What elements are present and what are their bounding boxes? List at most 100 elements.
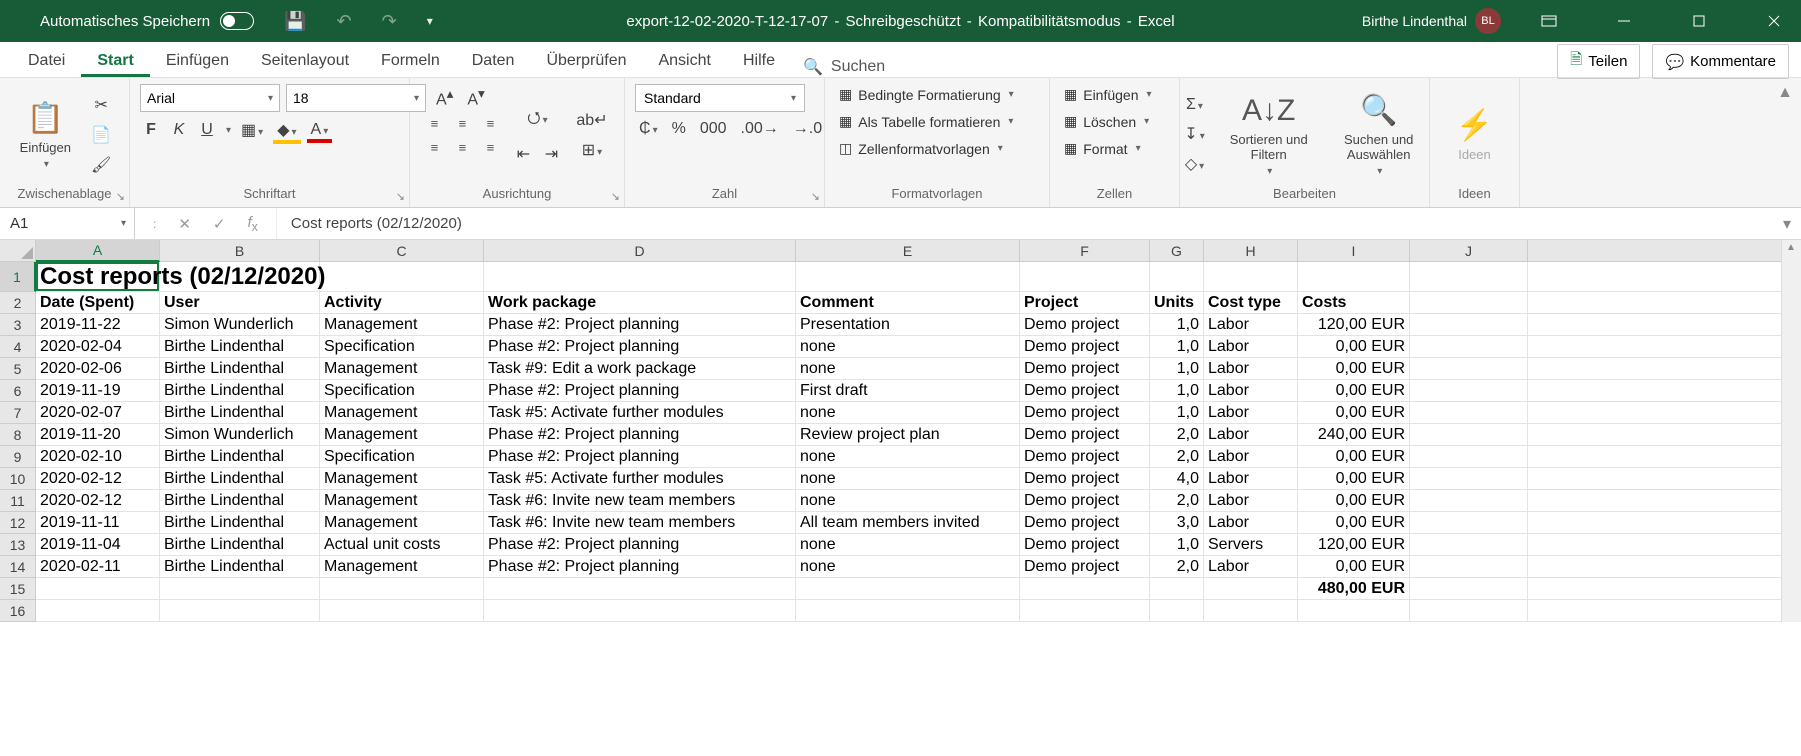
cell[interactable]: 0,00 EUR bbox=[1298, 380, 1410, 402]
cell[interactable] bbox=[484, 262, 796, 292]
tab-insert[interactable]: Einfügen bbox=[150, 46, 245, 77]
delete-cells-button[interactable]: ▦Löschen▾ bbox=[1060, 111, 1153, 132]
tab-formulas[interactable]: Formeln bbox=[365, 46, 456, 77]
cell[interactable] bbox=[1020, 578, 1150, 600]
cut-icon[interactable]: ✂ bbox=[87, 93, 115, 117]
number-format-select[interactable]: Standard▾ bbox=[635, 84, 805, 112]
cell[interactable]: 1,0 bbox=[1150, 336, 1204, 358]
cell[interactable]: 2,0 bbox=[1150, 446, 1204, 468]
align-right-icon[interactable]: ≡ bbox=[478, 137, 502, 157]
align-left-icon[interactable]: ≡ bbox=[422, 137, 446, 157]
cell[interactable]: 2,0 bbox=[1150, 490, 1204, 512]
sort-filter-button[interactable]: A↓ZSortieren und Filtern▾ bbox=[1219, 90, 1319, 181]
cell[interactable]: Labor bbox=[1204, 358, 1298, 380]
cell[interactable]: Task #6: Invite new team members bbox=[484, 490, 796, 512]
cell[interactable] bbox=[320, 600, 484, 622]
cell[interactable]: 1,0 bbox=[1150, 402, 1204, 424]
ribbon-display-button[interactable] bbox=[1521, 0, 1576, 42]
row-header[interactable]: 3 bbox=[0, 314, 36, 336]
dialog-launcher-icon[interactable]: ↘ bbox=[396, 190, 405, 203]
row-header[interactable]: 2 bbox=[0, 292, 36, 314]
cell[interactable]: 2020-02-12 bbox=[36, 468, 160, 490]
maximize-button[interactable] bbox=[1671, 0, 1726, 42]
cell[interactable]: Presentation bbox=[796, 314, 1020, 336]
copy-icon[interactable]: 📄 bbox=[87, 123, 115, 147]
cell[interactable]: Date (Spent) bbox=[36, 292, 160, 314]
cell[interactable]: 240,00 EUR bbox=[1298, 424, 1410, 446]
fx-icon[interactable]: fx bbox=[248, 214, 258, 234]
cell[interactable]: Task #5: Activate further modules bbox=[484, 468, 796, 490]
cell[interactable]: 1,0 bbox=[1150, 358, 1204, 380]
fill-icon[interactable]: ↧▾ bbox=[1180, 122, 1208, 146]
cell[interactable] bbox=[1410, 468, 1528, 490]
column-header[interactable]: D bbox=[484, 240, 796, 262]
tab-view[interactable]: Ansicht bbox=[642, 46, 726, 77]
cell[interactable]: Phase #2: Project planning bbox=[484, 556, 796, 578]
cell[interactable]: none bbox=[796, 446, 1020, 468]
cell[interactable]: Labor bbox=[1204, 380, 1298, 402]
cell[interactable]: Phase #2: Project planning bbox=[484, 336, 796, 358]
cell[interactable]: Management bbox=[320, 556, 484, 578]
cell[interactable]: 2019-11-11 bbox=[36, 512, 160, 534]
column-header[interactable]: F bbox=[1020, 240, 1150, 262]
row-header[interactable]: 7 bbox=[0, 402, 36, 424]
cell[interactable]: 2019-11-19 bbox=[36, 380, 160, 402]
cell[interactable]: Demo project bbox=[1020, 534, 1150, 556]
cell[interactable]: 4,0 bbox=[1150, 468, 1204, 490]
cell[interactable]: First draft bbox=[796, 380, 1020, 402]
cell[interactable]: Task #6: Invite new team members bbox=[484, 512, 796, 534]
expand-formula-icon[interactable]: ▾ bbox=[1773, 214, 1801, 234]
cell[interactable] bbox=[1410, 512, 1528, 534]
row-header[interactable]: 11 bbox=[0, 490, 36, 512]
cell[interactable]: 2020-02-04 bbox=[36, 336, 160, 358]
cell[interactable]: Management bbox=[320, 468, 484, 490]
column-header[interactable]: B bbox=[160, 240, 320, 262]
row-header[interactable]: 5 bbox=[0, 358, 36, 380]
cell[interactable]: Demo project bbox=[1020, 446, 1150, 468]
cell[interactable]: Costs bbox=[1298, 292, 1410, 314]
cell[interactable]: Project bbox=[1020, 292, 1150, 314]
cell[interactable]: Labor bbox=[1204, 512, 1298, 534]
conditional-formatting-button[interactable]: ▦Bedingte Formatierung▾ bbox=[835, 84, 1018, 105]
cell[interactable]: Labor bbox=[1204, 490, 1298, 512]
cell[interactable]: 120,00 EUR bbox=[1298, 534, 1410, 556]
cell[interactable]: Labor bbox=[1204, 468, 1298, 490]
cell[interactable] bbox=[1410, 402, 1528, 424]
cancel-x-icon[interactable]: ✕ bbox=[178, 215, 191, 233]
row-header[interactable]: 14 bbox=[0, 556, 36, 578]
cell[interactable]: none bbox=[796, 402, 1020, 424]
increase-decimal-icon[interactable]: .00→ bbox=[737, 118, 783, 140]
cell[interactable] bbox=[1020, 600, 1150, 622]
thousands-icon[interactable]: 000 bbox=[696, 118, 731, 140]
toggle-switch-icon[interactable] bbox=[220, 12, 254, 30]
cell[interactable]: Units bbox=[1150, 292, 1204, 314]
cell[interactable] bbox=[160, 578, 320, 600]
tell-me-search[interactable]: 🔍 Suchen bbox=[791, 57, 885, 77]
cell[interactable] bbox=[1298, 600, 1410, 622]
cell[interactable]: Birthe Lindenthal bbox=[160, 402, 320, 424]
cell[interactable]: 1,0 bbox=[1150, 314, 1204, 336]
cell[interactable]: Specification bbox=[320, 336, 484, 358]
cell[interactable]: none bbox=[796, 358, 1020, 380]
row-header[interactable]: 15 bbox=[0, 578, 36, 600]
cell[interactable] bbox=[796, 262, 1020, 292]
format-cells-button[interactable]: ▦Format▾ bbox=[1060, 138, 1145, 159]
enter-check-icon[interactable]: ✓ bbox=[213, 215, 226, 233]
cell[interactable]: Actual unit costs bbox=[320, 534, 484, 556]
tab-start[interactable]: Start bbox=[81, 46, 149, 77]
column-header[interactable]: H bbox=[1204, 240, 1298, 262]
cell[interactable]: Management bbox=[320, 402, 484, 424]
fill-color-button[interactable]: ◆▾ bbox=[273, 118, 300, 142]
cell[interactable]: Demo project bbox=[1020, 490, 1150, 512]
currency-icon[interactable]: ₵▾ bbox=[635, 118, 662, 140]
close-button[interactable] bbox=[1746, 0, 1801, 42]
spreadsheet-grid[interactable]: ABCDEFGHIJ 1Cost reports (02/12/2020)2Da… bbox=[0, 240, 1801, 622]
cell[interactable]: 0,00 EUR bbox=[1298, 358, 1410, 380]
select-all-corner[interactable] bbox=[0, 240, 36, 262]
cell[interactable] bbox=[1410, 556, 1528, 578]
cell[interactable]: 2019-11-20 bbox=[36, 424, 160, 446]
cell[interactable]: 0,00 EUR bbox=[1298, 446, 1410, 468]
cell[interactable]: 2,0 bbox=[1150, 424, 1204, 446]
collapse-ribbon-icon[interactable]: ▲ bbox=[1777, 84, 1793, 102]
cell[interactable]: 0,00 EUR bbox=[1298, 490, 1410, 512]
